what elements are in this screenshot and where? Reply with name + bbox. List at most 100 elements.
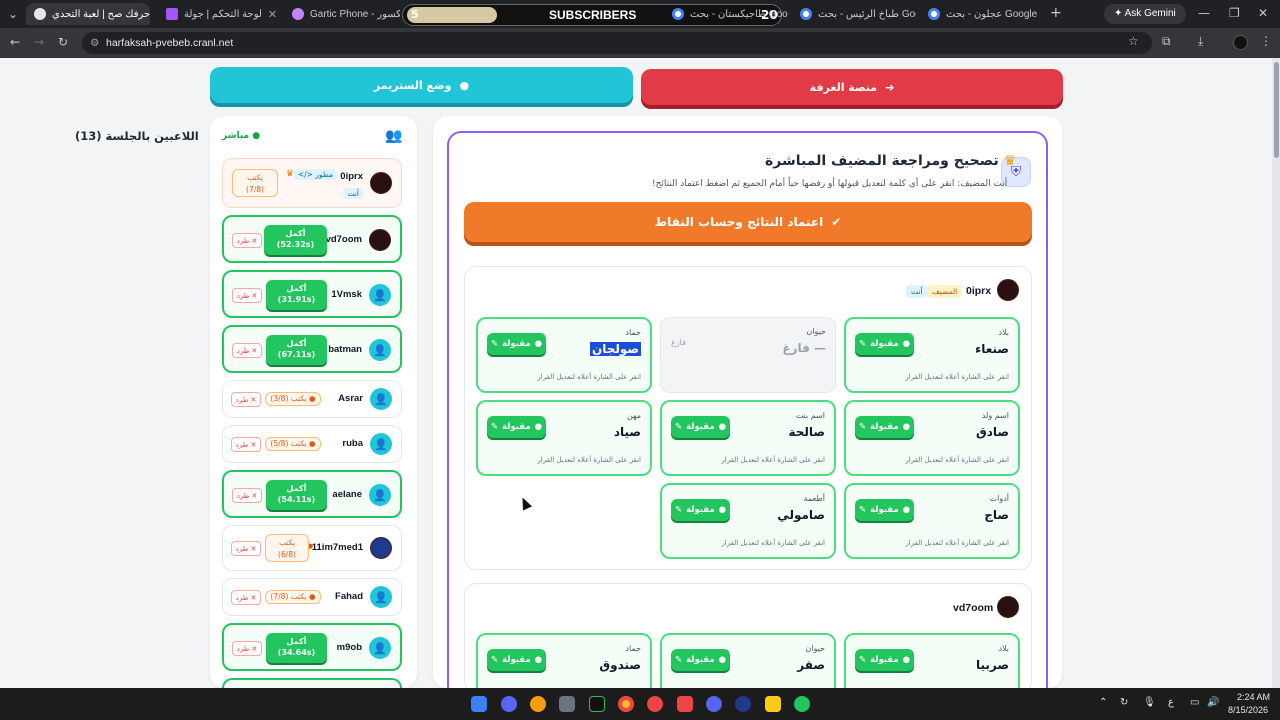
kick-button[interactable]: ✕ طرد — [232, 343, 262, 358]
close-window-icon[interactable]: ✕ — [1258, 6, 1268, 20]
accepted-toggle-button[interactable]: ● مقبولة ✎ — [855, 333, 914, 355]
kick-button[interactable]: ✕ طرد — [232, 288, 262, 303]
accepted-toggle-button[interactable]: ● مقبولة ✎ — [855, 416, 914, 438]
chrome-icon[interactable] — [618, 696, 634, 712]
ask-gemini-button[interactable]: ✦ Ask Gemini — [1104, 4, 1186, 24]
extensions-icon[interactable]: ⧉ — [1162, 34, 1171, 49]
player-row-0iprx: 0iprx </> مطور ♛ أنت يكتب (7/8) — [222, 158, 402, 208]
language-indicator[interactable]: ع — [1168, 697, 1174, 708]
google-icon — [928, 8, 940, 20]
site-info-icon[interactable]: ⚙ — [90, 32, 99, 54]
accepted-toggle-button[interactable]: ● مقبولة ✎ — [671, 499, 730, 521]
discord-icon[interactable] — [501, 696, 517, 712]
accepted-toggle-button[interactable]: ● مقبولة ✎ — [671, 649, 730, 671]
clock-time[interactable]: 2:24 AM — [1236, 692, 1270, 702]
discord-icon-2[interactable] — [706, 696, 722, 712]
kick-button[interactable]: ✕ طرد — [231, 541, 261, 556]
kick-button[interactable]: ✕ طرد — [231, 392, 261, 407]
answer-word[interactable]: صالحة — [788, 425, 825, 439]
clock-date[interactable]: 8/15/2026 — [1228, 705, 1268, 715]
answer-card[interactable]: أطعمة صامولي ● مقبولة ✎ انقر على الشارة أع… — [660, 483, 836, 559]
url-field[interactable]: ⚙ harfaksah-pvebeb.cranl.net — [82, 32, 1152, 54]
kick-button[interactable]: ✕ طرد — [232, 641, 262, 656]
back-arrow-icon[interactable]: ← — [10, 35, 20, 49]
answer-card[interactable]: اسم بنت صالحة ● مقبولة ✎ انقر على الشارة أ… — [660, 400, 836, 476]
answer-card[interactable]: بلاد صربيا ● مقبولة ✎ — [844, 633, 1020, 693]
network-icon[interactable]: ▭ — [1190, 697, 1199, 708]
answer-word[interactable]: صقر — [797, 658, 825, 672]
tab-list-icon[interactable]: ⌄ — [8, 7, 18, 21]
kick-button[interactable]: ✕ طرد — [231, 590, 261, 605]
answer-word[interactable]: صامولي — [777, 508, 825, 522]
tab-ajloun[interactable]: عجلون - بحث Google ✕ — [920, 3, 1044, 25]
check-circle-icon: ● — [902, 422, 911, 432]
download-icon[interactable]: ⤓ — [1198, 34, 1203, 49]
chevron-up-icon[interactable]: ⌃ — [1099, 697, 1107, 708]
google-icon — [672, 8, 684, 20]
steam-icon[interactable] — [735, 696, 751, 712]
kick-button[interactable]: ✕ طرد — [232, 488, 262, 503]
tab-gartic[interactable]: Gartic Phone - المكسور — [284, 3, 400, 25]
back-to-room-button[interactable]: ➜ منصة الغرفة — [641, 69, 1063, 105]
answer-word[interactable]: صربيا — [976, 658, 1009, 672]
tab-tajikistan[interactable]: طاجيكستان - بحث Google — [664, 3, 788, 25]
answer-word[interactable]: صنعاء — [975, 342, 1009, 356]
minimize-icon[interactable]: — — [1198, 6, 1210, 20]
microphone-icon[interactable]: 🎙 — [1143, 697, 1156, 708]
menu-dots-icon[interactable]: ⋮ — [1260, 34, 1272, 48]
answer-card[interactable]: حيوان صقر ● مقبولة ✎ — [660, 633, 836, 693]
tab-active[interactable]: حرفك صح | لعبة التحدي ✕ — [26, 3, 150, 25]
reload-icon[interactable]: ↻ — [58, 35, 68, 49]
answer-card[interactable]: بلاد صنعاء ● مقبولة ✎ انقر على الشارة أعلا… — [844, 317, 1020, 393]
kick-label: طرد — [235, 440, 249, 449]
scrollbar-thumb[interactable] — [1274, 62, 1279, 158]
accepted-toggle-button[interactable]: ● مقبولة ✎ — [487, 649, 546, 671]
answer-word[interactable]: صياد — [614, 425, 641, 439]
forward-arrow-icon[interactable]: → — [34, 35, 44, 49]
sync-icon[interactable]: ↻ — [1120, 697, 1128, 708]
answer-word[interactable]: صاج — [984, 508, 1009, 522]
answer-word[interactable]: صندوق — [599, 658, 641, 672]
answer-card[interactable]: جماد صندوق ● مقبولة ✎ — [476, 633, 652, 693]
edit-icon: ✎ — [490, 655, 499, 665]
profile-avatar[interactable] — [1233, 35, 1248, 50]
edit-icon: ✎ — [858, 422, 867, 432]
close-icon[interactable]: ✕ — [268, 8, 276, 21]
tab-dashboard[interactable]: لوحة التحكم | جولة ✕ — [158, 3, 276, 25]
live-label: مباشر — [222, 131, 250, 141]
bookmark-star-icon[interactable]: ☆ — [1128, 34, 1139, 48]
accepted-toggle-button[interactable]: ● مقبولة ✎ — [855, 499, 914, 521]
editor-icon[interactable] — [589, 696, 605, 712]
answer-card[interactable]: جماد صولجان ● مقبولة ✎ انقر على الشارة أعل… — [476, 317, 652, 393]
start-menu-icon[interactable] — [471, 696, 487, 712]
answer-word[interactable]: صادق — [976, 425, 1009, 439]
player-name: Asrar — [338, 393, 363, 404]
new-tab-button[interactable]: + — [1050, 5, 1062, 21]
media-player-icon[interactable] — [647, 696, 663, 712]
tab-chef[interactable]: طباخ الرئيس - بحث Google ✕ — [792, 3, 916, 25]
answer-category: جماد — [625, 328, 641, 337]
close-icon[interactable]: ✕ — [1043, 8, 1044, 21]
answer-hint: انقر على الشارة أعلاه لتعديل القرار — [905, 373, 1009, 381]
answer-card[interactable]: اسم ولد صادق ● مقبولة ✎ انقر على الشارة أع… — [844, 400, 1020, 476]
edit-icon: ✎ — [858, 505, 867, 515]
volume-icon[interactable]: 🔊 — [1207, 697, 1219, 708]
answer-word-selected[interactable]: صولجان — [589, 342, 641, 356]
kick-button[interactable]: ✕ طرد — [232, 233, 262, 248]
chrome-profile-icon[interactable] — [794, 696, 810, 712]
accepted-toggle-button[interactable]: ● مقبولة ✎ — [487, 333, 546, 355]
accepted-toggle-button[interactable]: ● مقبولة ✎ — [487, 416, 546, 438]
kick-button[interactable]: ✕ طرد — [231, 437, 261, 452]
streamer-mode-button[interactable]: ● وضع الستريمر — [210, 67, 633, 103]
store-icon[interactable] — [559, 696, 575, 712]
maximize-icon[interactable]: ❐ — [1229, 6, 1240, 20]
youtube-icon[interactable] — [677, 696, 693, 712]
answer-card[interactable]: أدوات صاج ● مقبولة ✎ انقر على الشارة أعلاه… — [844, 483, 1020, 559]
approve-results-button[interactable]: ✔ اعتماد النتائج وحساب النقاط — [464, 202, 1032, 242]
app-icon[interactable] — [530, 696, 546, 712]
file-explorer-icon[interactable] — [765, 696, 781, 712]
answer-card[interactable]: مهن صياد ● مقبولة ✎ انقر على الشارة أعلاه … — [476, 400, 652, 476]
edit-icon: ✎ — [674, 505, 683, 515]
accepted-toggle-button[interactable]: ● مقبولة ✎ — [671, 416, 730, 438]
accepted-toggle-button[interactable]: ● مقبولة ✎ — [855, 649, 914, 671]
